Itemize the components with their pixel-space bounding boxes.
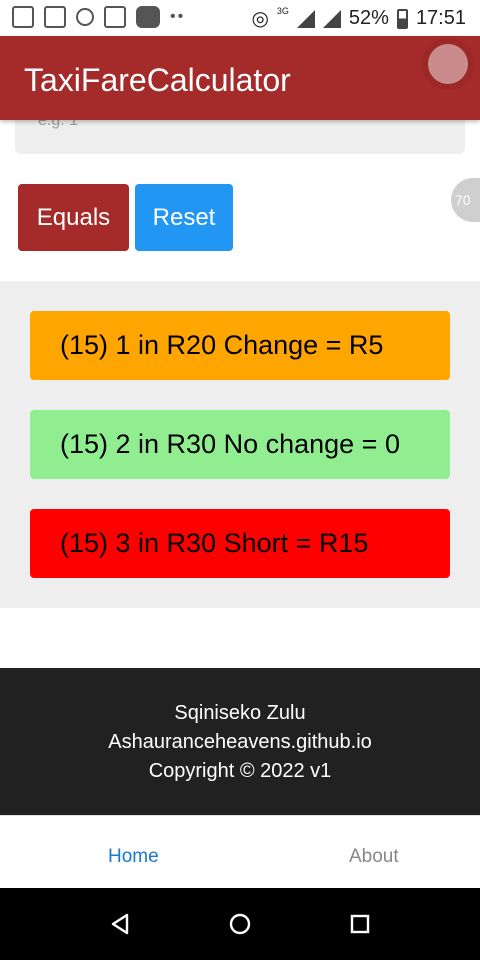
footer: Sqiniseko Zulu Ashauranceheavens.github.… [0,668,480,815]
nav-about-tab[interactable]: About [349,846,399,868]
recents-icon[interactable] [348,912,372,936]
app-title: TaxiFareCalculator [24,62,291,98]
activity-icon [104,6,126,28]
app-bar: TaxiFareCalculator [0,36,480,120]
signal-icon-2 [322,9,341,28]
hotspot-icon: ◎ [251,8,269,30]
result-change: (15) 1 in R20 Change = R5 [30,311,450,380]
clock: 17:51 [415,7,466,29]
floating-touch-icon[interactable] [428,44,468,84]
network-type-label: 3G [276,5,289,16]
bottom-navigation: Home About [0,815,480,888]
footer-site-link[interactable]: Ashauranceheavens.github.io [0,731,480,754]
status-system-icons: ◎ 3G 52% 17:51 [251,6,466,31]
results-panel: (15) 1 in R20 Change = R5 (15) 2 in R30 … [0,281,480,608]
result-short: (15) 3 in R30 Short = R15 [30,509,450,578]
system-navigation-bar [0,888,480,960]
footer-copyright: Copyright © 2022 v1 [148,760,332,782]
home-icon[interactable] [228,912,252,936]
mail-icon [12,6,34,28]
app-notification-icon [136,6,160,28]
footer-author: Sqiniseko Zulu [174,702,306,724]
equals-button[interactable]: Equals [18,184,129,251]
back-icon[interactable] [108,912,132,936]
battery-icon [396,8,408,29]
status-bar: •• ◎ 3G 52% 17:51 [0,0,480,36]
result-no-change: (15) 2 in R30 No change = 0 [30,410,450,479]
reset-button[interactable]: Reset [135,184,233,251]
side-floating-badge[interactable]: 70 [451,178,480,222]
signal-icon [296,9,315,28]
image-icon [44,6,66,28]
status-notification-icons: •• [12,6,185,28]
battery-percent: 52% [348,7,389,29]
key-icon [76,8,94,26]
more-notifications-icon: •• [170,8,186,25]
nav-home-tab[interactable]: Home [108,846,159,868]
